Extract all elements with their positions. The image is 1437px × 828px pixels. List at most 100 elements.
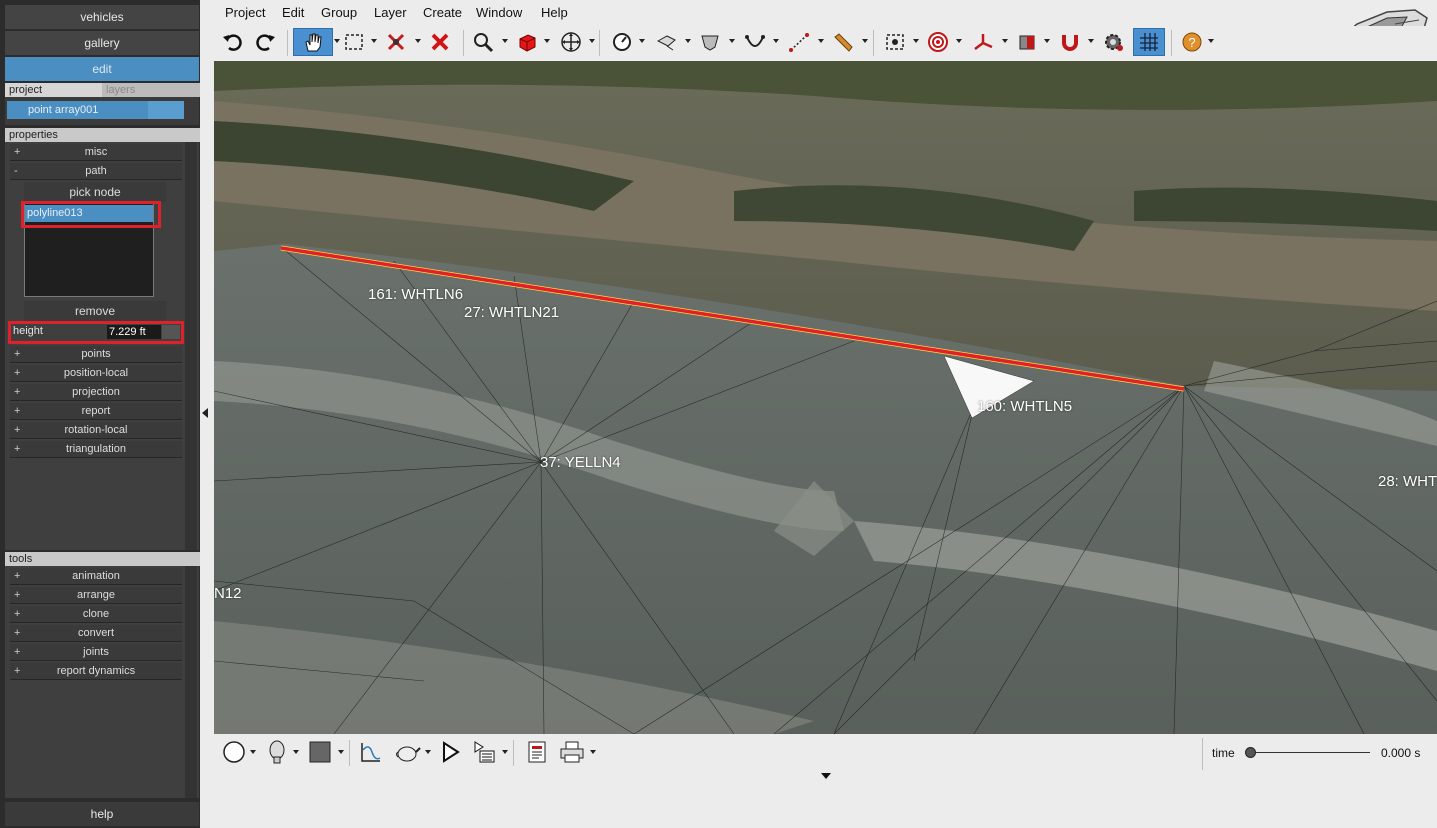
graph-icon[interactable] bbox=[356, 738, 386, 766]
prop-row-report[interactable]: + report bbox=[10, 403, 182, 420]
gauge-icon[interactable] bbox=[607, 28, 637, 56]
curve-icon[interactable] bbox=[740, 28, 770, 56]
tool-row-animation[interactable]: + animation bbox=[10, 568, 182, 585]
label-28-wht: 28: WHT bbox=[1378, 473, 1437, 490]
3d-viewport[interactable]: 161: WHTLN6 27: WHTLN21 160: WHTLN5 37: … bbox=[214, 61, 1437, 734]
properties-scrollbar[interactable] bbox=[185, 142, 197, 550]
tool-row-label: animation bbox=[72, 570, 120, 582]
settings-icon[interactable] bbox=[1098, 28, 1128, 56]
tool-row-label: report dynamics bbox=[56, 665, 136, 677]
report-icon[interactable] bbox=[522, 738, 552, 766]
measure-icon[interactable] bbox=[784, 28, 814, 56]
expand-icon: + bbox=[14, 627, 21, 639]
expand-icon: + bbox=[14, 665, 21, 677]
tool-row-label: clone bbox=[82, 608, 110, 620]
properties-header: properties bbox=[5, 128, 200, 142]
pencil-icon[interactable] bbox=[828, 28, 858, 56]
time-value: 0.000 s bbox=[1381, 746, 1421, 760]
prop-row-label: projection bbox=[72, 386, 120, 398]
prop-row-label: rotation-local bbox=[64, 424, 128, 436]
label-27-whtln21: 27: WHTLN21 bbox=[464, 304, 560, 321]
remove-button[interactable]: remove bbox=[24, 301, 166, 321]
menu-help[interactable]: Help bbox=[541, 5, 568, 20]
play-list-icon[interactable] bbox=[469, 738, 499, 766]
menu-layer[interactable]: Layer bbox=[374, 5, 407, 20]
tab-project[interactable]: project bbox=[5, 83, 102, 97]
target-icon[interactable] bbox=[923, 28, 953, 56]
expand-icon: + bbox=[14, 348, 21, 360]
prop-row-triangulation[interactable]: + triangulation bbox=[10, 441, 182, 458]
undo-icon[interactable] bbox=[217, 28, 247, 56]
color-swatch-icon[interactable] bbox=[305, 738, 335, 766]
label-161-whtln6: 161: WHTLN6 bbox=[368, 286, 464, 303]
tools-scrollbar[interactable] bbox=[185, 566, 197, 798]
nav-edit-button[interactable]: edit bbox=[5, 57, 199, 81]
material-icon[interactable] bbox=[1012, 28, 1042, 56]
menu-window[interactable]: Window bbox=[476, 5, 522, 20]
help-icon[interactable]: ? bbox=[1177, 28, 1207, 56]
hand-pan-icon[interactable] bbox=[293, 28, 333, 56]
prop-path-label: path bbox=[85, 165, 107, 177]
expand-panel-icon[interactable] bbox=[821, 773, 831, 779]
camera-target-icon[interactable] bbox=[880, 28, 910, 56]
nav-vehicles-button[interactable]: vehicles bbox=[5, 5, 199, 29]
redo-icon[interactable] bbox=[251, 28, 281, 56]
label-n12: N12 bbox=[214, 585, 242, 602]
tools-header: tools bbox=[5, 552, 200, 566]
tool-row-joints[interactable]: + joints bbox=[10, 644, 182, 661]
project-item-toggle[interactable] bbox=[148, 101, 184, 119]
circle-shape-icon[interactable] bbox=[219, 738, 249, 766]
tool-row-clone[interactable]: + clone bbox=[10, 606, 182, 623]
main-toolbar: ? bbox=[213, 26, 1437, 60]
label-37-yelln4: 37: YELLN4 bbox=[540, 454, 621, 471]
expand-icon: + bbox=[14, 424, 21, 436]
tab-layers[interactable]: layers bbox=[102, 83, 200, 97]
prop-row-points[interactable]: + points bbox=[10, 346, 182, 363]
nav-gallery-button[interactable]: gallery bbox=[5, 31, 199, 55]
tool-row-report-dynamics[interactable]: + report dynamics bbox=[10, 663, 182, 680]
menu-group[interactable]: Group bbox=[321, 5, 357, 20]
menu-project[interactable]: Project bbox=[225, 5, 265, 20]
tool-row-label: arrange bbox=[77, 589, 115, 601]
prop-row-label: points bbox=[81, 348, 111, 360]
collapse-sidebar-icon[interactable] bbox=[202, 408, 208, 418]
expand-icon: + bbox=[14, 589, 21, 601]
cube-icon[interactable] bbox=[512, 28, 542, 56]
cloth-icon[interactable] bbox=[695, 28, 725, 56]
collapse-icon: - bbox=[14, 165, 18, 177]
teapot-icon[interactable] bbox=[393, 738, 423, 766]
tool-row-arrange[interactable]: + arrange bbox=[10, 587, 182, 604]
pick-node-button[interactable]: pick node bbox=[24, 182, 166, 202]
grid-icon[interactable] bbox=[1133, 28, 1165, 56]
expand-icon: + bbox=[14, 367, 21, 379]
zoom-icon[interactable] bbox=[468, 28, 498, 56]
tool-row-label: convert bbox=[77, 627, 115, 639]
tool-row-convert[interactable]: + convert bbox=[10, 625, 182, 642]
path-item-highlight bbox=[21, 201, 161, 228]
prop-misc-row[interactable]: + misc bbox=[10, 144, 182, 161]
menu-create[interactable]: Create bbox=[423, 5, 462, 20]
help-button[interactable]: help bbox=[5, 802, 199, 826]
surface-icon[interactable] bbox=[651, 28, 681, 56]
prop-row-label: position-local bbox=[63, 367, 129, 379]
move-icon[interactable] bbox=[556, 28, 586, 56]
prop-row-position-local[interactable]: + position-local bbox=[10, 365, 182, 382]
axes-icon[interactable] bbox=[968, 28, 998, 56]
printer-icon[interactable] bbox=[557, 738, 587, 766]
delete-node-icon[interactable] bbox=[381, 28, 411, 56]
tool-row-label: joints bbox=[83, 646, 109, 658]
delete-icon[interactable] bbox=[425, 28, 455, 56]
prop-row-rotation-local[interactable]: + rotation-local bbox=[10, 422, 182, 439]
select-box-icon[interactable] bbox=[339, 28, 369, 56]
menu-edit[interactable]: Edit bbox=[282, 5, 304, 20]
magnet-icon[interactable] bbox=[1055, 28, 1085, 56]
time-slider-handle[interactable] bbox=[1245, 747, 1256, 758]
svg-text:?: ? bbox=[1188, 35, 1195, 50]
expand-icon: + bbox=[14, 608, 21, 620]
prop-path-row[interactable]: - path bbox=[10, 163, 182, 180]
time-slider-track[interactable] bbox=[1246, 752, 1370, 753]
head-icon[interactable] bbox=[262, 738, 292, 766]
play-icon[interactable] bbox=[435, 738, 465, 766]
expand-icon: + bbox=[14, 646, 21, 658]
prop-row-projection[interactable]: + projection bbox=[10, 384, 182, 401]
